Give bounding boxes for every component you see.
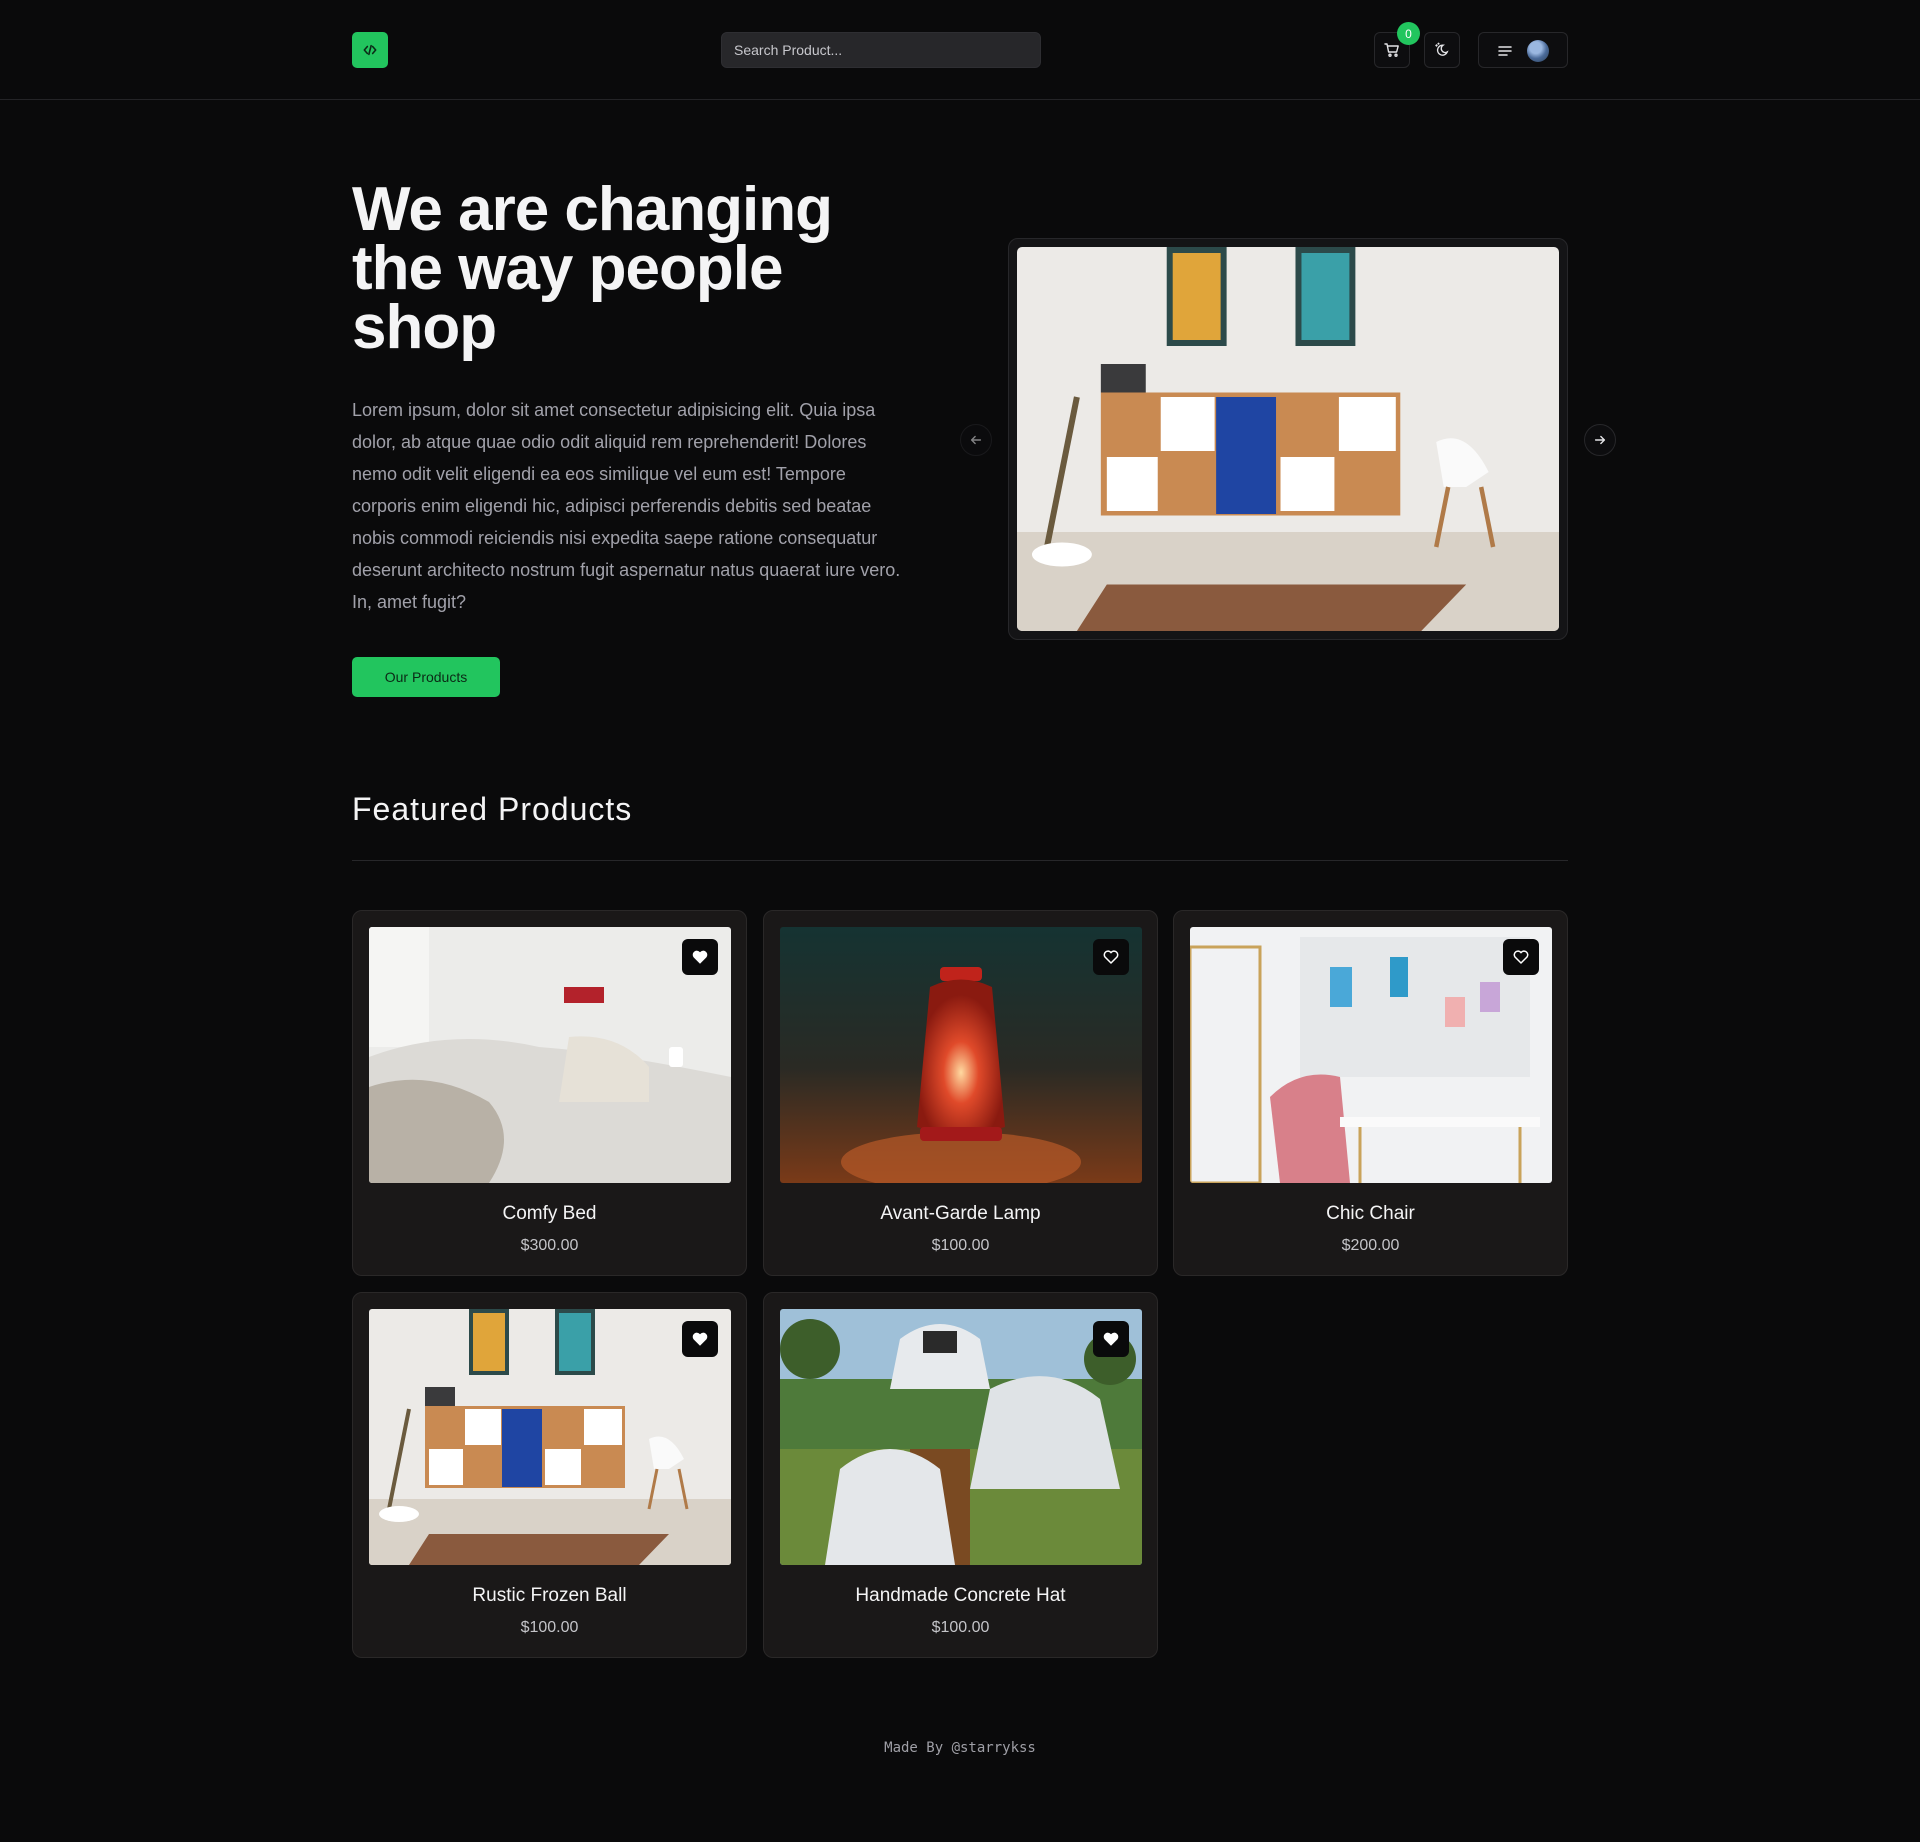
hamburger-icon [1498,46,1512,56]
product-price: $200.00 [1341,1237,1400,1254]
theme-toggle-icon [1435,42,1449,56]
favorite-button[interactable] [682,939,718,975]
product-name[interactable]: Handmade Concrete Hat [764,1585,1157,1607]
favorite-button[interactable] [1503,939,1539,975]
product-card[interactable]: Rustic Frozen Ball $100.00 [352,1292,747,1658]
search-input[interactable] [721,32,1041,68]
product-image [780,1309,1142,1565]
logo[interactable] [352,32,388,68]
cart-icon [1384,43,1399,57]
carousel-prev-button[interactable] [960,424,992,456]
favorite-button[interactable] [682,1321,718,1357]
product-name[interactable]: Comfy Bed [353,1203,746,1225]
heart-filled-icon [692,1332,708,1346]
product-price: $100.00 [931,1619,990,1636]
our-products-button[interactable]: Our Products [352,657,500,697]
product-image [780,927,1142,1183]
product-image [1190,927,1552,1183]
avatar [1527,40,1549,62]
heart-outline-icon [1103,950,1119,964]
heart-filled-icon [1103,1332,1119,1346]
arrow-left-icon [970,435,982,445]
product-card[interactable]: Chic Chair $200.00 [1173,910,1568,1276]
hero-description: Lorem ipsum, dolor sit amet consectetur … [352,400,901,612]
product-name[interactable]: Chic Chair [1174,1203,1567,1225]
cart-count-badge: 0 [1397,22,1420,45]
product-card[interactable]: Handmade Concrete Hat $100.00 [763,1292,1158,1658]
featured-products-title: Featured Products [352,791,633,827]
carousel-image [1017,247,1559,631]
product-image [369,1309,731,1565]
favorite-button[interactable] [1093,1321,1129,1357]
product-card[interactable]: Comfy Bed $300.00 [352,910,747,1276]
product-card[interactable]: Avant-Garde Lamp $100.00 [763,910,1158,1276]
product-price: $100.00 [520,1619,579,1636]
hero-title: We are changing the way people shop [352,175,833,362]
product-name[interactable]: Rustic Frozen Ball [353,1585,746,1607]
code-icon [363,44,377,56]
footer-credit: Made By @starrykss [884,1740,1036,1756]
carousel-next-button[interactable] [1584,424,1616,456]
user-menu-button[interactable] [1478,32,1568,68]
heart-filled-icon [692,950,708,964]
arrow-right-icon [1594,435,1606,445]
section-divider [352,860,1568,861]
product-price: $300.00 [520,1237,579,1254]
hero-carousel [1008,238,1568,640]
theme-toggle-button[interactable] [1424,32,1460,68]
site-header: 0 [0,0,1920,100]
heart-outline-icon [1513,950,1529,964]
product-name[interactable]: Avant-Garde Lamp [764,1203,1157,1225]
favorite-button[interactable] [1093,939,1129,975]
product-image [369,927,731,1183]
product-price: $100.00 [931,1237,990,1254]
